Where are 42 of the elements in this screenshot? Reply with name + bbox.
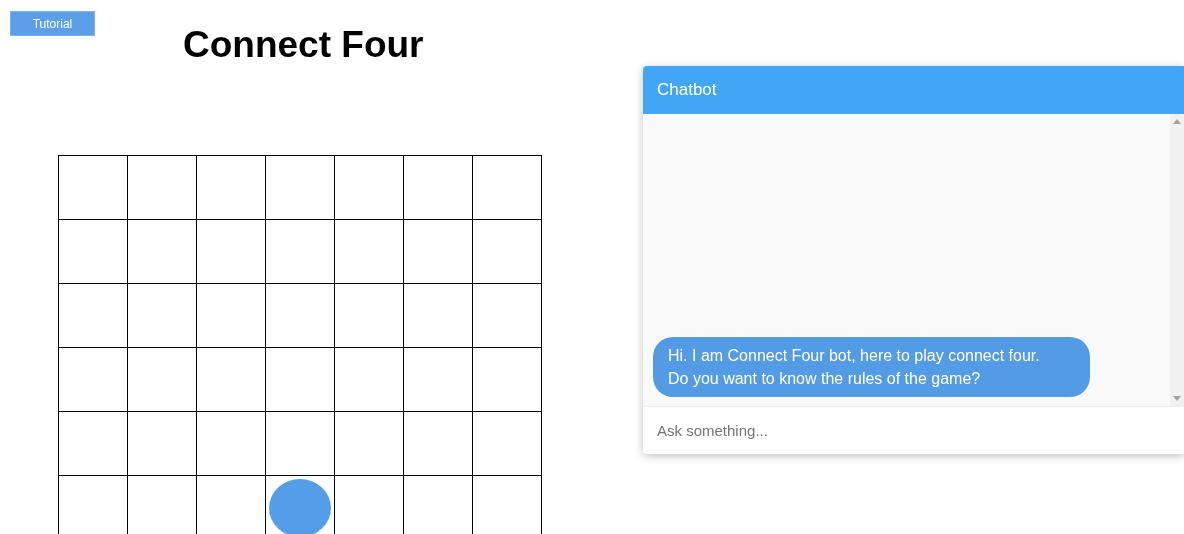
board-cell[interactable] bbox=[404, 348, 473, 412]
board-cell[interactable] bbox=[266, 348, 335, 412]
board-cell[interactable] bbox=[335, 156, 404, 220]
board-cell[interactable] bbox=[59, 284, 128, 348]
board-cell[interactable] bbox=[59, 348, 128, 412]
chat-input-field[interactable]: Ask something... bbox=[643, 406, 1184, 454]
board-cell[interactable] bbox=[128, 284, 197, 348]
board-cell[interactable] bbox=[266, 476, 335, 534]
board-cell[interactable] bbox=[473, 412, 542, 476]
board-cell[interactable] bbox=[473, 348, 542, 412]
board-cell[interactable] bbox=[197, 412, 266, 476]
board-cell[interactable] bbox=[473, 220, 542, 284]
board-cell[interactable] bbox=[335, 412, 404, 476]
board-cell[interactable] bbox=[197, 156, 266, 220]
board-cell[interactable] bbox=[59, 220, 128, 284]
board-cell[interactable] bbox=[335, 348, 404, 412]
board-cell[interactable] bbox=[128, 348, 197, 412]
board-cell[interactable] bbox=[266, 156, 335, 220]
board-cell[interactable] bbox=[128, 412, 197, 476]
page-title: Connect Four bbox=[183, 25, 424, 65]
board-cell[interactable] bbox=[473, 156, 542, 220]
board-cell[interactable] bbox=[59, 156, 128, 220]
board-cell[interactable] bbox=[404, 156, 473, 220]
board-cell[interactable] bbox=[404, 412, 473, 476]
board-cell[interactable] bbox=[197, 348, 266, 412]
tutorial-button[interactable]: Tutorial bbox=[10, 11, 95, 36]
chat-bubble: Hi. I am Connect Four bot, here to play connect four. Do you want to know the rules of the game? bbox=[653, 337, 1090, 397]
board-cell[interactable] bbox=[266, 220, 335, 284]
board-cell[interactable] bbox=[473, 284, 542, 348]
board-cell[interactable] bbox=[128, 156, 197, 220]
board-cell[interactable] bbox=[335, 220, 404, 284]
board-cell[interactable] bbox=[404, 284, 473, 348]
board-cell[interactable] bbox=[266, 284, 335, 348]
board-cell[interactable] bbox=[59, 412, 128, 476]
board-cell[interactable] bbox=[197, 220, 266, 284]
game-disc bbox=[269, 478, 331, 534]
board-cell[interactable] bbox=[404, 220, 473, 284]
board-cell[interactable] bbox=[266, 412, 335, 476]
board-cell[interactable] bbox=[128, 220, 197, 284]
board-cell[interactable] bbox=[197, 284, 266, 348]
board-cell[interactable] bbox=[335, 284, 404, 348]
chat-title: Chatbot bbox=[657, 80, 717, 100]
